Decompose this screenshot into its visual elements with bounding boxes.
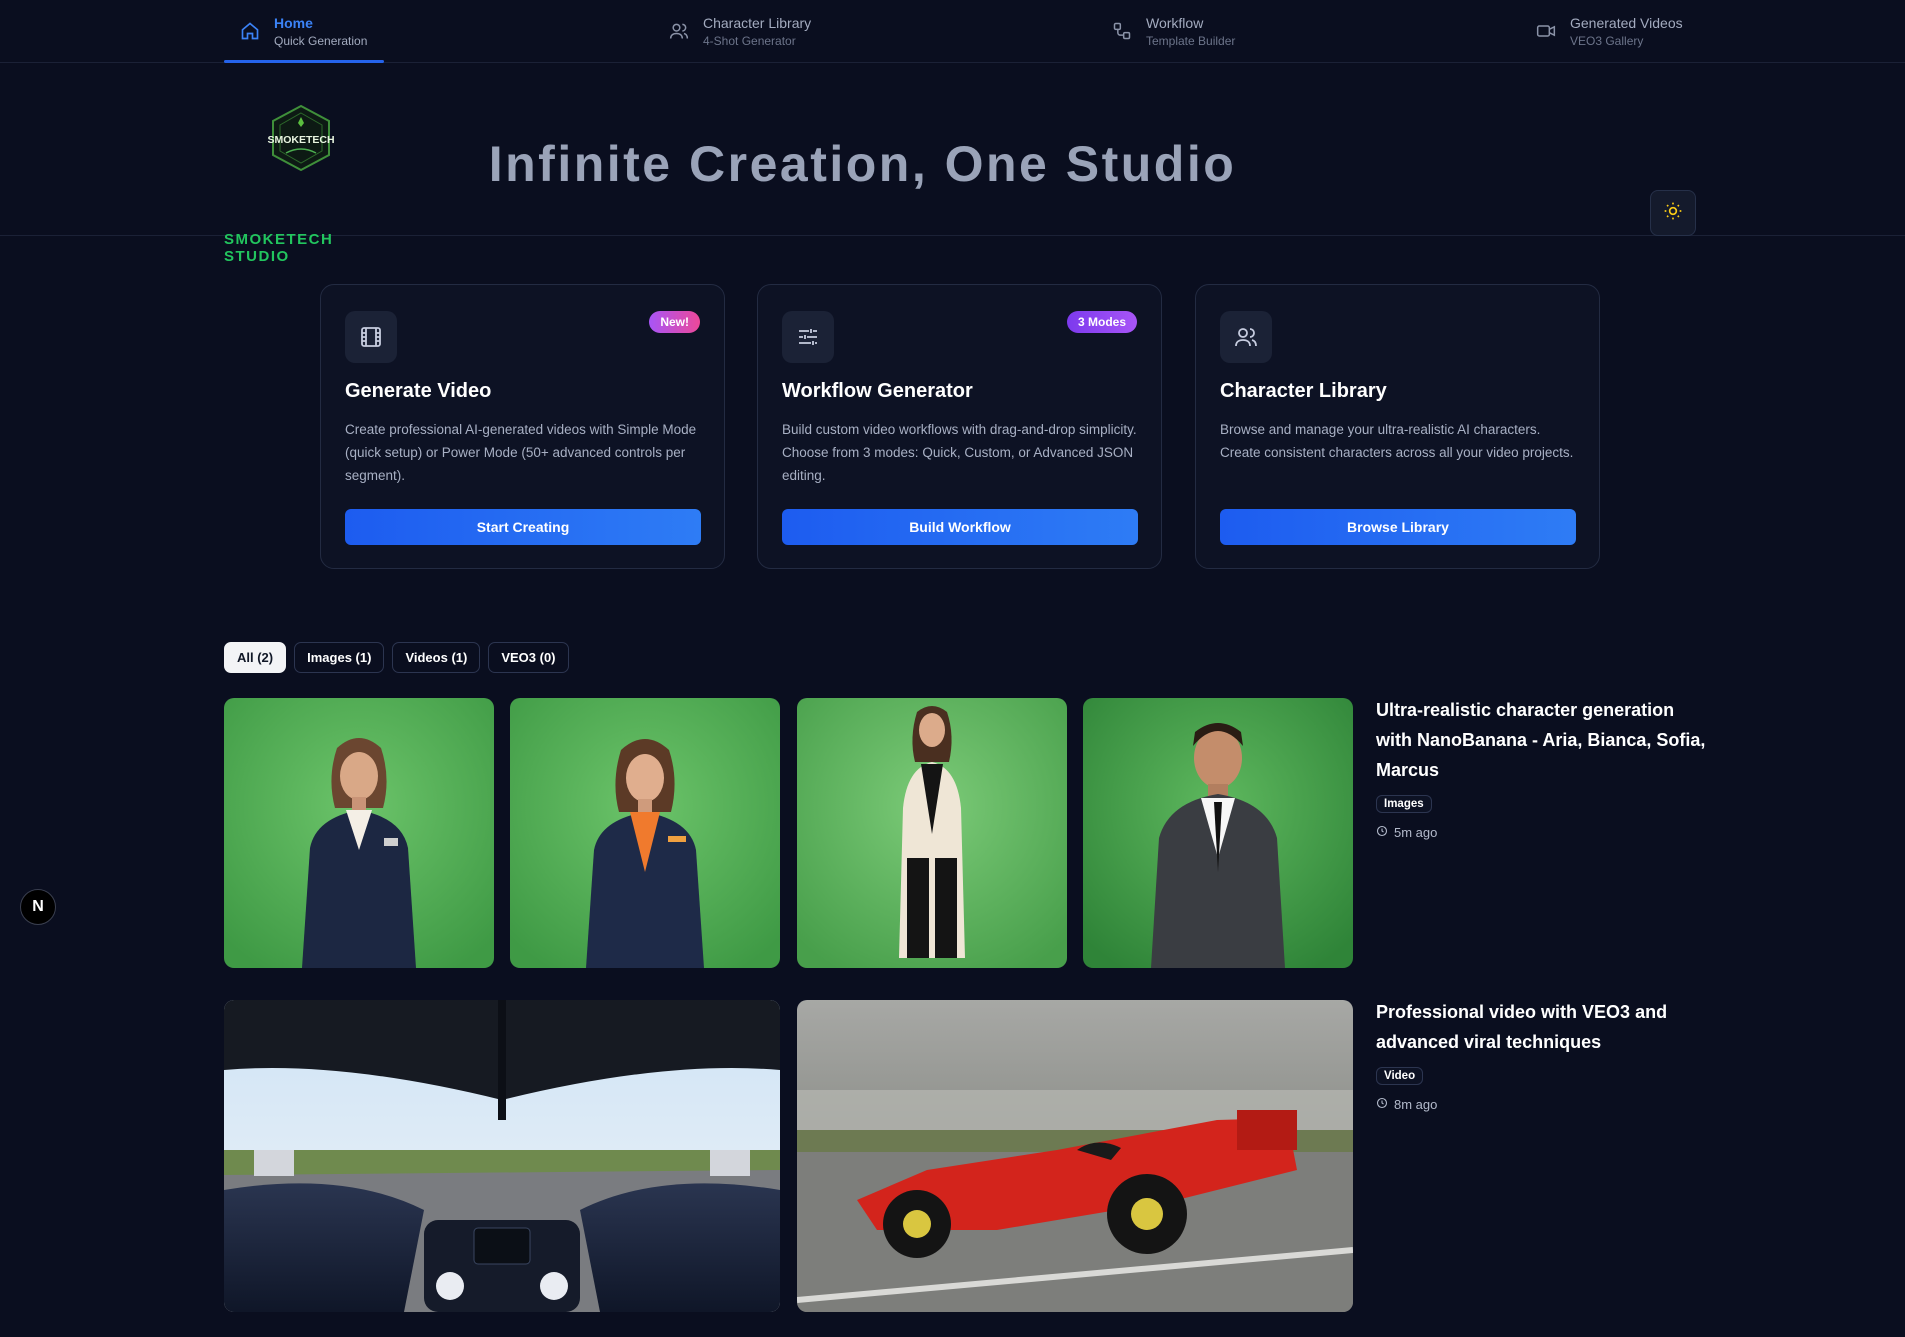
filter-veo3[interactable]: VEO3 (0) (488, 642, 569, 673)
media-type-tag: Video (1376, 1067, 1424, 1085)
video-icon (1536, 21, 1556, 41)
users-icon (1220, 311, 1272, 363)
video-thumbnail-f1-car[interactable] (797, 1000, 1353, 1312)
media-timestamp: 5m ago (1376, 825, 1706, 840)
hero-title: Infinite Creation, One Studio (488, 136, 1237, 192)
start-creating-button[interactable]: Start Creating (345, 509, 701, 545)
brand-name: SMOKETECH STUDIO (224, 231, 334, 265)
card-title: Workflow Generator (782, 380, 973, 402)
time-ago-label: 5m ago (1394, 825, 1438, 840)
nav-title: Home (274, 14, 313, 31)
nav-item-workflow[interactable]: Workflow Template Builder (1096, 0, 1251, 62)
card-description: Build custom video workflows with drag-a… (782, 422, 1137, 483)
card-character-library: Character Library Browse and manage your… (1195, 284, 1600, 569)
character-thumbnail-bianca[interactable] (510, 698, 780, 968)
clock-icon (1376, 1097, 1388, 1112)
character-thumbnail-aria[interactable] (224, 698, 494, 968)
nav-item-home[interactable]: Home Quick Generation (224, 0, 384, 63)
home-icon (240, 21, 260, 41)
media-item-info: Ultra-realistic character generation wit… (1376, 695, 1706, 840)
nav-subtitle: 4-Shot Generator (703, 33, 796, 48)
time-ago-label: 8m ago (1394, 1097, 1438, 1112)
nav-subtitle: Quick Generation (274, 33, 368, 48)
theme-toggle-button[interactable] (1650, 190, 1696, 236)
new-badge: New! (649, 311, 700, 333)
nav-item-generated-videos[interactable]: Generated Videos VEO3 Gallery (1520, 0, 1699, 62)
nav-title: Generated Videos (1570, 14, 1683, 31)
media-item-title: Ultra-realistic character generation wit… (1376, 700, 1706, 780)
nextjs-dev-indicator[interactable]: N (20, 889, 56, 925)
video-thumbnail-cockpit[interactable] (224, 1000, 780, 1312)
browse-library-button[interactable]: Browse Library (1220, 509, 1576, 545)
build-workflow-button[interactable]: Build Workflow (782, 509, 1138, 545)
nav-subtitle: Template Builder (1146, 33, 1236, 48)
media-type-tag: Images (1376, 795, 1432, 813)
card-generate-video: New! Generate Video Create professional … (320, 284, 725, 569)
card-title: Character Library (1220, 380, 1387, 402)
card-description: Create professional AI-generated videos … (345, 422, 697, 483)
clock-icon (1376, 825, 1388, 840)
card-description: Browse and manage your ultra-realistic A… (1220, 422, 1574, 460)
sliders-icon (782, 311, 834, 363)
media-item-info: Professional video with VEO3 and advance… (1376, 997, 1706, 1112)
filter-images[interactable]: Images (1) (294, 642, 385, 673)
nav-title: Character Library (703, 14, 812, 31)
page-header: SMOKETECH SMOKETECH STUDIO Infinite Crea… (0, 63, 1905, 265)
nav-title: Workflow (1146, 14, 1204, 31)
nav-subtitle: VEO3 Gallery (1570, 33, 1644, 48)
modes-badge: 3 Modes (1066, 311, 1137, 333)
character-thumbnail-sofia[interactable] (797, 698, 1067, 968)
filter-all[interactable]: All (2) (224, 642, 287, 673)
character-thumbnail-marcus[interactable] (1083, 698, 1353, 968)
sun-icon (1663, 201, 1683, 226)
nav-item-character-library[interactable]: Character Library 4-Shot Generator (653, 0, 827, 62)
media-filter-tabs: All (2) Images (1) Videos (1) VEO3 (0) (224, 642, 569, 673)
filter-videos[interactable]: Videos (1) (392, 642, 481, 673)
media-timestamp: 8m ago (1376, 1097, 1706, 1112)
media-item-title: Professional video with VEO3 and advance… (1376, 1002, 1668, 1052)
top-navigation: Home Quick Generation Character Library … (0, 0, 1905, 63)
film-icon (345, 311, 397, 363)
users-icon (669, 21, 689, 41)
workflow-icon (1112, 21, 1132, 41)
card-title: Generate Video (345, 380, 492, 402)
card-workflow-generator: 3 Modes Workflow Generator Build custom … (757, 284, 1162, 569)
